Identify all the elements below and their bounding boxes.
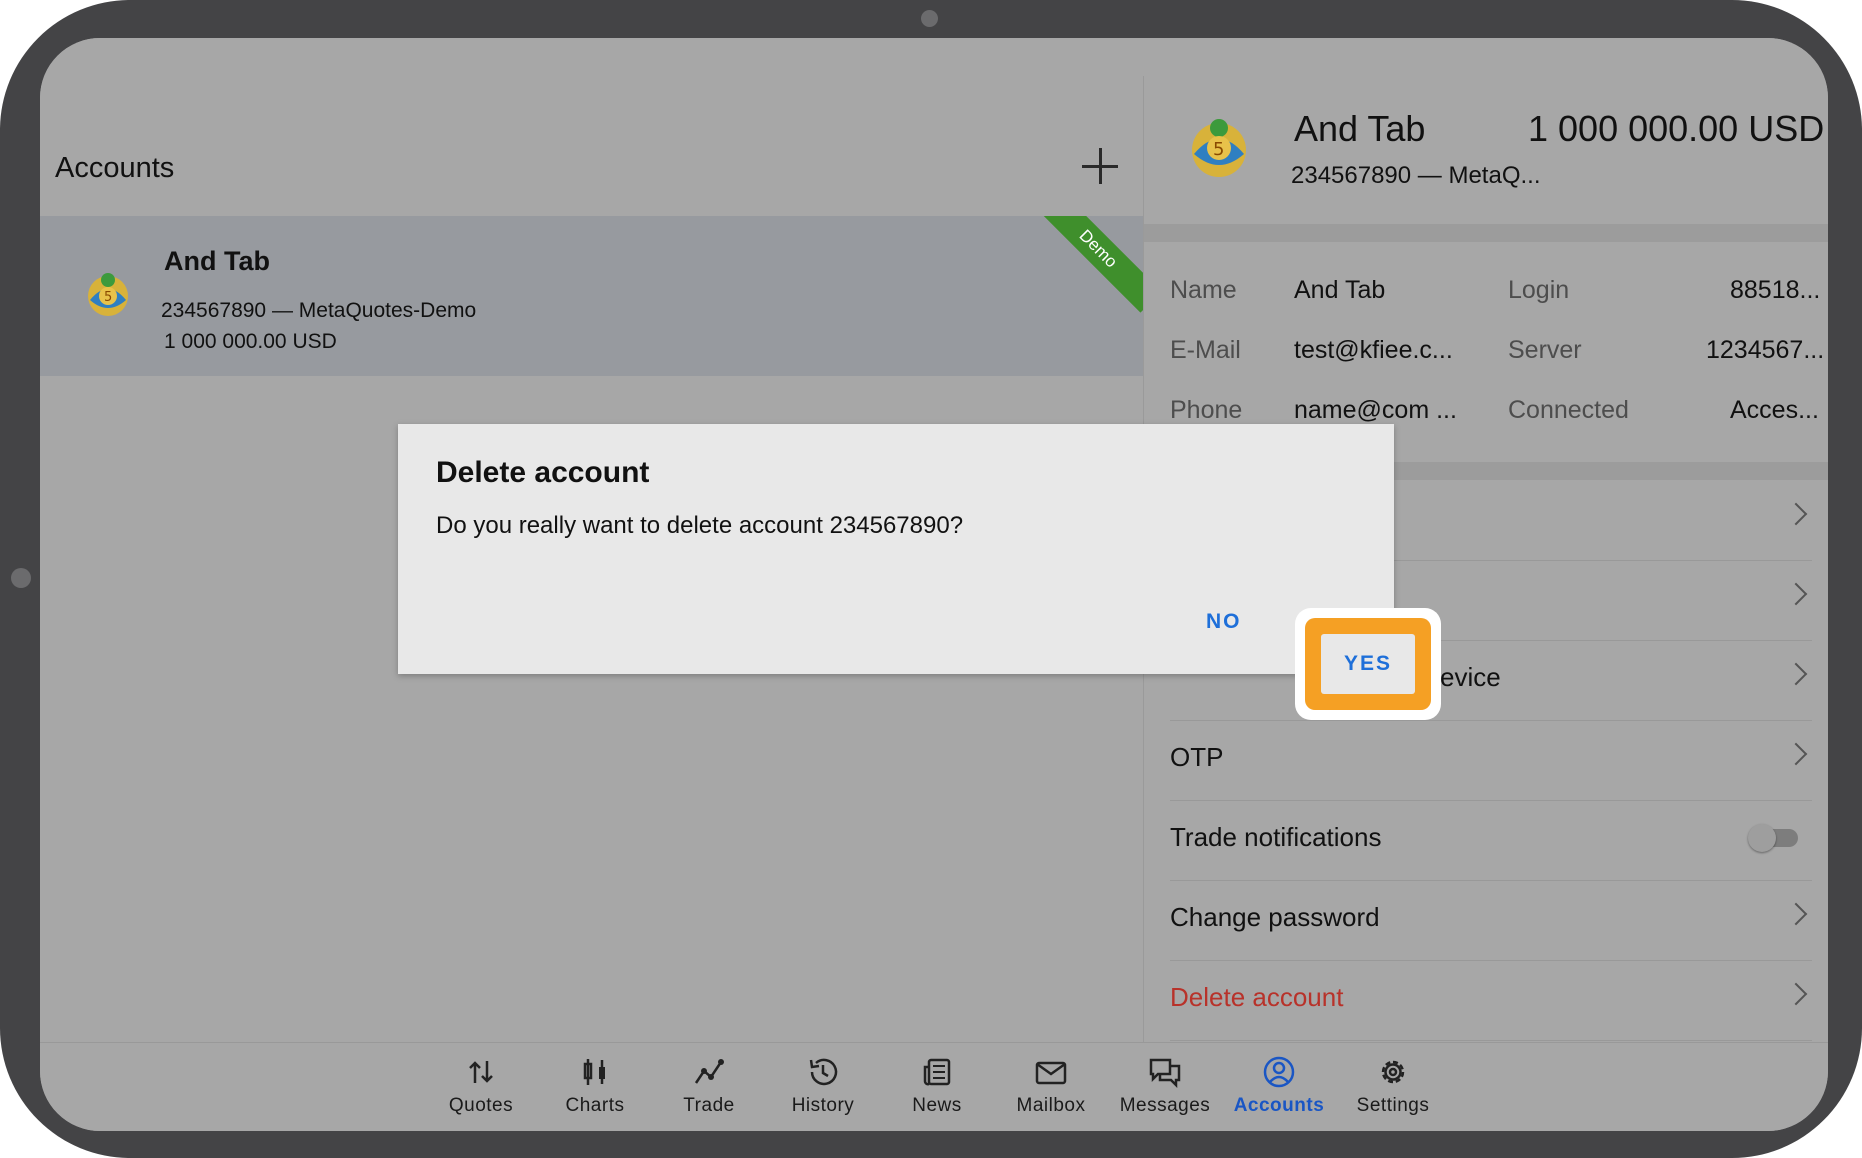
nav-trade-label: Trade (683, 1095, 735, 1116)
yes-button[interactable]: YES (1321, 634, 1415, 694)
chevron-right-icon (1784, 582, 1808, 606)
menu-otp-label: OTP (1170, 742, 1224, 772)
quotes-arrows-icon (469, 1061, 493, 1083)
connected-label: Connected (1508, 396, 1629, 424)
nav-charts[interactable]: Charts (541, 1055, 649, 1125)
account-name: And Tab (164, 246, 270, 276)
chevron-right-icon (1784, 902, 1808, 926)
email-label: E-Mail (1170, 336, 1241, 364)
menu-row-change-password[interactable]: Change password (1170, 880, 1812, 961)
account-login-server: 234567890 — MetaQuotes-Demo (161, 299, 477, 322)
no-button[interactable]: NO (1206, 610, 1242, 634)
metatrader-logo-icon: 5 (88, 273, 128, 316)
trade-line-icon (694, 1059, 724, 1084)
news-icon (923, 1058, 951, 1086)
accounts-title: Accounts (55, 152, 175, 184)
nav-accounts[interactable]: Accounts (1225, 1055, 1333, 1125)
nav-settings-label: Settings (1356, 1095, 1430, 1116)
nav-accounts-label: Accounts (1233, 1095, 1325, 1116)
login-value: 88518... (1730, 276, 1821, 304)
nav-history[interactable]: History (769, 1055, 877, 1125)
menu-delete-account-label: Delete account (1170, 982, 1344, 1012)
delete-account-dialog: Delete account Do you really want to del… (398, 424, 1394, 674)
account-person-icon (1263, 1056, 1295, 1088)
trade-notifications-toggle[interactable] (1748, 824, 1798, 852)
tap-highlight-ring: YES (1305, 618, 1431, 710)
header-subtitle: 234567890 — MetaQ... (1291, 162, 1541, 189)
login-label: Login (1508, 276, 1570, 304)
menu-row-delete-account[interactable]: Delete account (1170, 960, 1812, 1041)
camera-dot-top (921, 10, 938, 27)
email-value: test@kfiee.c... (1294, 336, 1453, 364)
nav-mailbox-label: Mailbox (1016, 1095, 1086, 1116)
nav-mailbox[interactable]: Mailbox (997, 1055, 1105, 1125)
chevron-right-icon (1784, 502, 1808, 526)
phone-label: Phone (1170, 396, 1243, 424)
menu-device-label: evice (1440, 662, 1501, 692)
connected-value: Acces... (1730, 396, 1819, 424)
nav-quotes-label: Quotes (448, 1095, 514, 1116)
section-separator (1144, 224, 1828, 242)
account-balance: 1 000 000.00 USD (164, 330, 337, 353)
menu-row-otp[interactable]: OTP (1170, 720, 1812, 801)
header-balance: 1 000 000.00 USD (1528, 108, 1825, 149)
chat-bubbles-icon (1149, 1058, 1181, 1089)
server-value: 1234567... (1706, 336, 1825, 364)
history-clock-icon (809, 1058, 838, 1086)
dialog-message: Do you really want to delete account 234… (436, 512, 964, 539)
mail-envelope-icon (1035, 1061, 1067, 1085)
nav-charts-label: Charts (565, 1095, 625, 1116)
gear-icon (1381, 1060, 1405, 1084)
account-list-item[interactable]: 5 And Tab 234567890 — MetaQuotes-Demo 1 … (40, 216, 1143, 376)
chevron-right-icon (1784, 662, 1808, 686)
nav-messages[interactable]: Messages (1111, 1055, 1219, 1125)
candlestick-chart-icon (583, 1059, 605, 1085)
nav-history-label: History (791, 1095, 855, 1116)
nav-messages-label: Messages (1119, 1095, 1211, 1116)
account-info-grid: Name And Tab Login 88518... E-Mail test@… (1144, 242, 1828, 452)
nav-quotes[interactable]: Quotes (427, 1055, 535, 1125)
svg-text:5: 5 (104, 290, 112, 305)
nav-news[interactable]: News (883, 1055, 991, 1125)
status-bar (40, 38, 1828, 77)
toggle-knob (1748, 824, 1776, 852)
add-account-icon[interactable] (1082, 148, 1118, 184)
menu-change-password-label: Change password (1170, 902, 1380, 932)
name-value: And Tab (1294, 276, 1386, 304)
dialog-title: Delete account (436, 456, 650, 489)
tap-highlight-frame: YES (1295, 608, 1441, 720)
nav-news-label: News (912, 1095, 962, 1116)
menu-trade-notifications-label: Trade notifications (1170, 822, 1382, 852)
nav-trade[interactable]: Trade (655, 1055, 763, 1125)
menu-row-trade-notifications: Trade notifications (1170, 800, 1812, 881)
svg-text:5: 5 (1213, 139, 1224, 160)
camera-dot-side (11, 568, 31, 588)
metatrader-logo-icon: 5 (1192, 119, 1246, 177)
bottom-navigation: Quotes Charts Trade History News Mailbox… (40, 1042, 1828, 1131)
chevron-right-icon (1784, 742, 1808, 766)
chevron-right-icon (1784, 982, 1808, 1006)
nav-settings[interactable]: Settings (1339, 1055, 1447, 1125)
demo-badge: Demo (1034, 216, 1143, 313)
server-label: Server (1508, 336, 1582, 364)
name-label: Name (1170, 276, 1237, 304)
header-account-name: And Tab (1294, 108, 1426, 149)
phone-value: name@com ... (1294, 396, 1457, 424)
